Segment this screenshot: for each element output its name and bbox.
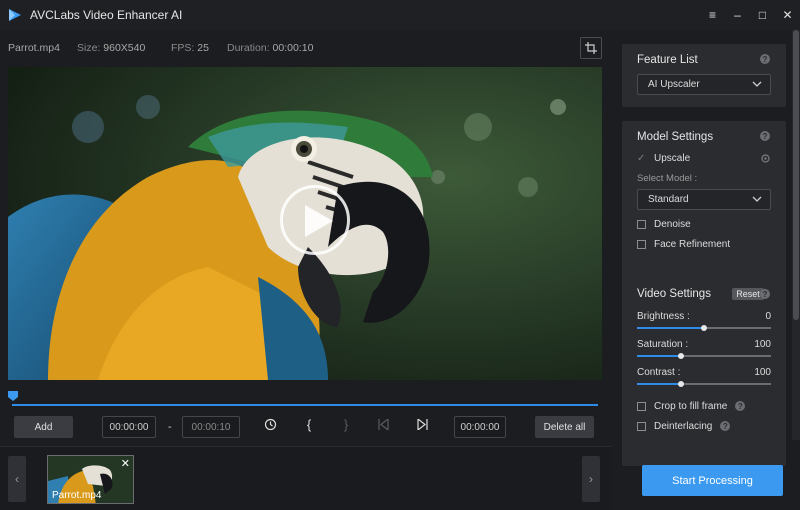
video-info-bar: Parrot.mp4 Size: 960X540 FPS: 25 Duratio… <box>0 32 612 62</box>
crop-help-icon[interactable]: ? <box>735 401 746 411</box>
strip-next-icon[interactable]: › <box>582 456 600 502</box>
duration-value: 00:00:10 <box>272 42 314 54</box>
minimize-icon[interactable]: – <box>725 0 750 30</box>
playhead-icon[interactable] <box>8 391 18 401</box>
feature-list-title: Feature List <box>637 54 698 66</box>
contrast-slider-knob[interactable] <box>678 381 685 387</box>
brightness-slider[interactable] <box>637 325 771 331</box>
strip-prev-icon[interactable]: ‹ <box>8 456 26 502</box>
saturation-slider-fill <box>637 355 682 357</box>
size-value: 960X540 <box>103 42 146 54</box>
chevron-down-icon <box>752 196 762 202</box>
add-button[interactable]: Add <box>14 416 73 438</box>
size-info: Size: 960X540 <box>77 42 145 54</box>
clip-thumbnail-label: Parrot.mp4 <box>52 490 102 501</box>
fps-value: 25 <box>197 42 209 54</box>
model-settings-card: Model Settings ? ✓ Upscale Select Model … <box>622 121 786 290</box>
model-select-value: Standard <box>648 194 689 205</box>
mark-out-icon[interactable]: } <box>339 417 353 432</box>
deinterlacing-help-icon[interactable]: ? <box>720 421 731 431</box>
upscale-label: Upscale <box>654 152 691 164</box>
app-logo-icon <box>9 9 21 21</box>
duration-info: Duration: 00:00:10 <box>227 42 313 54</box>
history-icon[interactable] <box>263 417 277 431</box>
denoise-label: Denoise <box>654 218 691 230</box>
face-refinement-checkbox[interactable] <box>637 239 646 249</box>
settings-panel: Feature List ? AI Upscaler Model Setting… <box>612 30 800 510</box>
contrast-value: 100 <box>754 367 771 378</box>
app-title: AVCLabs Video Enhancer AI <box>30 8 183 22</box>
deinterlacing-label: Deinterlacing <box>654 420 713 432</box>
filename: Parrot.mp4 <box>8 42 60 54</box>
model-select[interactable]: Standard <box>637 189 771 210</box>
size-label: Size: <box>77 42 101 54</box>
model-settings-help-icon[interactable]: ? <box>760 131 770 141</box>
crop-button[interactable] <box>580 37 602 59</box>
video-settings-card: Video Settings Reset ? Brightness : 0 Sa… <box>622 278 786 466</box>
deinterlacing-checkbox[interactable] <box>637 421 646 431</box>
clip-thumbnail[interactable]: Parrot.mp4 ✕ <box>47 455 134 504</box>
upscale-row[interactable]: ✓ Upscale <box>637 151 690 165</box>
video-settings-help-icon[interactable]: ? <box>760 289 770 299</box>
contrast-label: Contrast : <box>637 367 681 378</box>
feature-list-help-icon[interactable]: ? <box>760 54 770 64</box>
timeline[interactable] <box>8 388 602 406</box>
end-time-input[interactable]: 00:00:10 <box>182 416 240 438</box>
checkmark-icon: ✓ <box>637 152 646 164</box>
feature-select-value: AI Upscaler <box>648 79 700 90</box>
skip-back-icon[interactable] <box>376 417 390 431</box>
crop-to-fill-checkbox[interactable] <box>637 401 646 411</box>
denoise-checkbox[interactable] <box>637 219 646 229</box>
brightness-slider-knob[interactable] <box>701 325 707 331</box>
contrast-slider-fill <box>637 383 682 385</box>
play-icon <box>305 205 333 237</box>
saturation-value: 100 <box>754 339 771 350</box>
close-icon[interactable]: ✕ <box>775 0 800 30</box>
crop-icon <box>585 42 597 54</box>
chevron-down-icon <box>752 81 762 87</box>
brightness-value: 0 <box>765 311 771 322</box>
duration-label: Duration: <box>227 42 270 54</box>
face-refinement-row[interactable]: Face Refinement <box>637 237 730 251</box>
select-model-label: Select Model : <box>637 173 698 184</box>
gear-icon[interactable] <box>760 153 771 164</box>
title-bar: AVCLabs Video Enhancer AI ≡ – □ ✕ <box>0 0 800 30</box>
settings-scrollbar[interactable] <box>792 30 800 440</box>
deinterlacing-row[interactable]: Deinterlacing ? <box>637 419 731 433</box>
playback-controls: Add 00:00:00 - 00:00:10 { } 00:00:00 Del… <box>0 412 612 442</box>
fps-label: FPS: <box>171 42 195 54</box>
model-settings-title: Model Settings <box>637 131 714 143</box>
fps-info: FPS: 25 <box>171 42 209 54</box>
clip-remove-icon[interactable]: ✕ <box>121 457 130 470</box>
timeline-track[interactable] <box>12 404 598 406</box>
feature-list-card: Feature List ? AI Upscaler <box>622 44 786 107</box>
saturation-slider[interactable] <box>637 353 771 359</box>
maximize-icon[interactable]: □ <box>750 0 775 30</box>
start-processing-button[interactable]: Start Processing <box>642 465 783 496</box>
settings-scroll-thumb[interactable] <box>793 30 799 320</box>
feature-select[interactable]: AI Upscaler <box>637 74 771 95</box>
time-separator: - <box>168 421 172 433</box>
saturation-slider-knob[interactable] <box>678 353 685 359</box>
delete-all-button[interactable]: Delete all <box>535 416 594 438</box>
saturation-label: Saturation : <box>637 339 689 350</box>
brightness-slider-fill <box>637 327 704 329</box>
current-time-input[interactable]: 00:00:00 <box>454 416 506 438</box>
crop-to-fill-label: Crop to fill frame <box>654 400 728 412</box>
mark-in-icon[interactable]: { <box>302 417 316 432</box>
clip-strip: ‹ Parrot.mp4 ✕ › <box>0 446 612 510</box>
face-refinement-label: Face Refinement <box>654 238 731 250</box>
contrast-slider[interactable] <box>637 381 771 387</box>
start-time-input[interactable]: 00:00:00 <box>102 416 156 438</box>
video-preview[interactable] <box>8 67 602 380</box>
crop-to-fill-row[interactable]: Crop to fill frame ? <box>637 399 746 413</box>
play-button[interactable] <box>280 185 350 255</box>
brightness-label: Brightness : <box>637 311 690 322</box>
denoise-row[interactable]: Denoise <box>637 217 691 231</box>
menu-icon[interactable]: ≡ <box>700 0 725 30</box>
skip-forward-icon[interactable] <box>415 417 429 431</box>
video-settings-title: Video Settings <box>637 288 711 300</box>
